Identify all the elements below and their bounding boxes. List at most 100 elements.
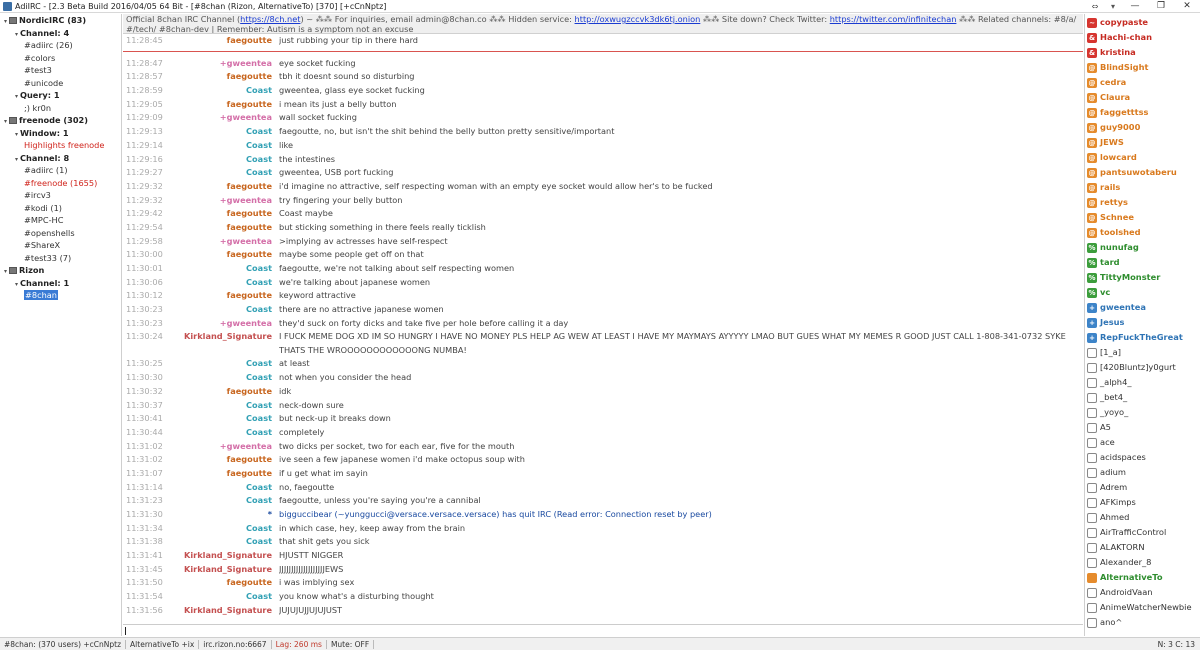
nick[interactable]: +gweentea [175,57,279,71]
nick-list-item[interactable]: @ lowcard [1085,150,1200,165]
tree-group[interactable]: ▾ Channel: 1 [0,277,121,290]
tree-channel[interactable]: #ircv3 [0,189,121,202]
nick[interactable]: Coast [175,84,279,98]
nick[interactable]: Kirkland_Signature [175,330,279,357]
nick-list-item[interactable]: Ahmed [1085,510,1200,525]
nick-list-item[interactable]: % vc [1085,285,1200,300]
nick[interactable]: +gweentea [175,194,279,208]
topic-link-twitter[interactable]: https://twitter.com/infinitechan [830,14,957,24]
nick[interactable]: Coast [175,522,279,536]
nick[interactable]: Coast [175,276,279,290]
tree-channel[interactable]: #freenode (1655) [0,177,121,190]
nick[interactable]: Coast [175,303,279,317]
nick[interactable]: faegoutte [175,576,279,590]
maximize-button[interactable]: ❐ [1148,0,1174,13]
nick[interactable]: faegoutte [175,221,279,235]
tree-channel[interactable]: #8chan [0,289,121,302]
nick[interactable]: Coast [175,412,279,426]
nick[interactable]: faegoutte [175,467,279,481]
nick[interactable]: faegoutte [175,34,279,48]
nick-list-item[interactable]: _alph4_ [1085,375,1200,390]
tree-group[interactable]: ▾ Channel: 8 [0,152,121,165]
nick-list-item[interactable]: ano^ [1085,615,1200,630]
nick[interactable]: Coast [175,426,279,440]
tree-server[interactable]: ▾ Rizon [0,264,121,277]
nick-list-item[interactable]: AnimeWatcherNewbie [1085,600,1200,615]
nick-list-item[interactable]: & kristina [1085,45,1200,60]
tree-channel[interactable]: #adiirc (26) [0,39,121,52]
tree-group[interactable]: ▾ Window: 1 [0,127,121,140]
nick-list-item[interactable]: @ pantsuwotaberu [1085,165,1200,180]
nick[interactable]: * [175,508,279,522]
nick[interactable]: Kirkland_Signature [175,604,279,618]
status-mute[interactable]: Mute: OFF [327,639,375,649]
nick[interactable]: Coast [175,481,279,495]
nick-list-item[interactable]: & Hachi-chan [1085,30,1200,45]
nick-list-item[interactable]: @ Schnee [1085,210,1200,225]
nick-list-item[interactable]: @ JEWS [1085,135,1200,150]
tree-channel[interactable]: #ShareX [0,239,121,252]
nick-list-item[interactable]: _yoyo_ [1085,405,1200,420]
nick-list-item[interactable]: [1_a] [1085,345,1200,360]
nick-list-item[interactable]: @ rails [1085,180,1200,195]
switchbar-toggle-button[interactable]: ⇔ [1086,0,1104,13]
tree-channel[interactable]: #colors [0,52,121,65]
message-input[interactable] [123,624,1083,636]
nick[interactable]: +gweentea [175,235,279,249]
tree-channel[interactable]: #kodi (1) [0,202,121,215]
nick[interactable]: Coast [175,166,279,180]
nick-list-item[interactable]: A5 [1085,420,1200,435]
nick[interactable]: Coast [175,399,279,413]
nick[interactable]: faegoutte [175,453,279,467]
nick-list-item[interactable]: @ guy9000 [1085,120,1200,135]
nick[interactable]: Kirkland_Signature [175,549,279,563]
menu-dropdown-button[interactable]: ▾ [1104,0,1122,13]
nick-list-item[interactable]: % nunufag [1085,240,1200,255]
tree-channel[interactable]: #MPC-HC [0,214,121,227]
nick[interactable]: Coast [175,139,279,153]
nick[interactable]: Coast [175,125,279,139]
nick[interactable]: +gweentea [175,440,279,454]
tree-server[interactable]: ▾ NordicIRC (83) [0,14,121,27]
tree-server[interactable]: ▾ freenode (302) [0,114,121,127]
nick-list[interactable]: ~ copypaste & Hachi-chan & kristina @ BlindSigh… [1084,14,1200,636]
nick[interactable]: Coast [175,262,279,276]
nick-list-item[interactable]: AlternativeTo [1085,570,1200,585]
nick-list-item[interactable]: + gweentea [1085,300,1200,315]
nick[interactable]: faegoutte [175,385,279,399]
nick[interactable]: Coast [175,535,279,549]
nick[interactable]: Kirkland_Signature [175,563,279,577]
tree-channel[interactable]: #test33 (7) [0,252,121,265]
nick-list-item[interactable]: AFKimps [1085,495,1200,510]
nick-list-item[interactable]: ALAKTORN [1085,540,1200,555]
nick-list-item[interactable]: % tard [1085,255,1200,270]
nick[interactable]: faegoutte [175,98,279,112]
tree-channel[interactable]: ;) kr0n [0,102,121,115]
nick-list-item[interactable]: @ BlindSight [1085,60,1200,75]
nick[interactable]: faegoutte [175,207,279,221]
tree-group[interactable]: ▾ Query: 1 [0,89,121,102]
nick-list-item[interactable]: Alexander_8 [1085,555,1200,570]
nick-list-item[interactable]: [420Bluntz]y0gurt [1085,360,1200,375]
nick[interactable]: +gweentea [175,111,279,125]
nick-list-item[interactable]: ace [1085,435,1200,450]
nick[interactable]: Coast [175,494,279,508]
nick[interactable]: Coast [175,153,279,167]
nick[interactable]: Coast [175,590,279,604]
nick-list-item[interactable]: adium [1085,465,1200,480]
tree-channel[interactable]: #unicode [0,77,121,90]
nick-list-item[interactable]: acidspaces [1085,450,1200,465]
nick[interactable]: faegoutte [175,248,279,262]
topic-link-8chnet[interactable]: https://8ch.net [240,14,300,24]
tree-channel[interactable]: #openshells [0,227,121,240]
nick[interactable]: Coast [175,357,279,371]
tree-channel[interactable]: #adiirc (1) [0,164,121,177]
nick-list-item[interactable]: @ toolshed [1085,225,1200,240]
tree-channel[interactable]: Highlights freenode [0,139,121,152]
tree-group[interactable]: ▾ Channel: 4 [0,27,121,40]
close-button[interactable]: ✕ [1174,0,1200,13]
topic-link-onion[interactable]: http://oxwugzccvk3dk6tj.onion [575,14,701,24]
tree-channel[interactable]: #test3 [0,64,121,77]
nick-list-item[interactable]: @ cedra [1085,75,1200,90]
nick[interactable]: Coast [175,371,279,385]
